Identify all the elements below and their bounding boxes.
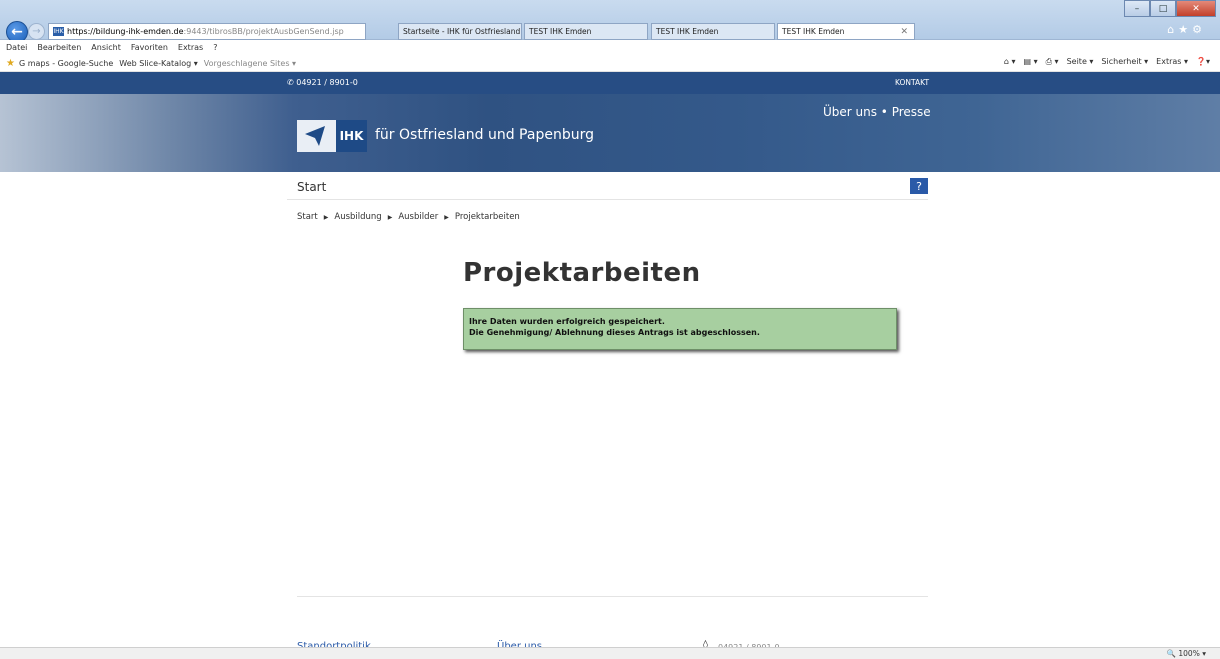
tab-label: TEST IHK Emden [656,27,719,36]
tab-label: TEST IHK Emden [529,27,592,36]
address-bar[interactable]: IHK https://bildung-ihk-emden.de:9443/ti… [48,23,366,40]
contact-strip: ✆ 04921 / 8901-0 KONTAKT [0,72,1220,94]
logo-arrow-icon [297,120,336,152]
breadcrumb-ausbilder[interactable]: Ausbilder [398,212,438,222]
cmd-seite[interactable]: Seite ▾ [1067,57,1094,67]
breadcrumb-arrow-icon: ▶ [323,213,329,221]
kontakt-link[interactable]: KONTAKT [895,78,929,87]
section-start-label[interactable]: Start [297,180,326,194]
menu-bearbeiten[interactable]: Bearbeiten [37,43,81,52]
footer-divider [297,596,928,597]
zoom-value: 100% [1178,649,1200,658]
ihk-logo[interactable]: IHK [297,120,367,152]
tab-label: TEST IHK Emden [782,27,845,36]
cmd-feeds-icon[interactable]: ▤ ▾ [1023,57,1037,67]
browser-titlebar: ← → IHK https://bildung-ihk-emden.de:944… [0,0,1220,43]
close-window-button[interactable]: ✕ [1176,0,1216,17]
status-bar: 🔍 100% ▾ [0,647,1220,659]
minimize-button[interactable]: – [1124,0,1150,17]
breadcrumb-arrow-icon: ▶ [444,213,449,221]
tab-startseite[interactable]: Startseite - IHK für Ostfriesland... [398,23,522,40]
header-phone[interactable]: ✆ 04921 / 8901-0 [287,78,358,87]
logo-text: IHK [336,120,367,152]
menu-extras[interactable]: Extras [178,43,203,52]
breadcrumb-arrow-icon: ▶ [387,213,393,221]
window-controls: – □ ✕ [1124,0,1216,17]
org-name: für Ostfriesland und Papenburg [375,127,594,143]
menu-ansicht[interactable]: Ansicht [91,43,121,52]
tab-test-active[interactable]: TEST IHK Emden ✕ [777,23,915,40]
tab-test-1[interactable]: TEST IHK Emden [524,23,648,40]
menu-bar: Datei Bearbeiten Ansicht Favoriten Extra… [0,40,1220,55]
forward-button[interactable]: → [28,23,45,40]
breadcrumb-projektarbeiten: Projektarbeiten [454,212,520,222]
header-links[interactable]: Über uns • Presse [823,105,931,119]
menu-datei[interactable]: Datei [6,43,27,52]
cmd-extras[interactable]: Extras ▾ [1156,57,1188,67]
breadcrumb-ausbildung[interactable]: Ausbildung [334,212,381,222]
fav-web-slice[interactable]: Web Slice-Katalog ▾ [119,59,198,68]
phone-number: 04921 / 8901-0 [296,78,358,87]
page-title: Projektarbeiten [463,258,701,288]
success-message-line: Ihre Daten wurden erfolgreich gespeicher… [469,317,665,326]
menu-favoriten[interactable]: Favoriten [131,43,168,52]
help-button[interactable]: ? [910,178,928,194]
success-message: Ihre Daten wurden erfolgreich gespeicher… [463,308,897,350]
site-favicon-icon: IHK [53,27,64,36]
cmd-print-icon[interactable]: ⎙ ▾ [1046,57,1059,67]
divider [287,199,928,200]
tab-test-2[interactable]: TEST IHK Emden [651,23,775,40]
url-path: :9443/tibrosBB/projektAusbGenSend.jsp [183,27,344,36]
fav-google-maps[interactable]: G maps - Google-Suche [19,59,113,68]
home-star-gear-icons[interactable]: ⌂★⚙ [1167,23,1206,36]
success-message-line: Die Genehmigung/ Ablehnung dieses Antrag… [469,328,760,337]
cmd-help-icon[interactable]: ❓▾ [1196,57,1210,67]
breadcrumb: Start ▶ Ausbildung ▶ Ausbilder ▶ Projekt… [297,212,520,222]
fav-suggested-sites[interactable]: Vorgeschlagene Sites ▾ [204,59,296,68]
url-host: https://bildung-ihk-emden.de [67,27,184,36]
breadcrumb-start[interactable]: Start [297,212,318,222]
cmd-home-icon[interactable]: ⌂ ▾ [1004,57,1016,67]
menu-help[interactable]: ? [213,43,217,52]
cmd-sicherheit[interactable]: Sicherheit ▾ [1101,57,1148,67]
favorites-star-icon[interactable]: ★ [6,58,15,69]
tab-label: Startseite - IHK für Ostfriesland... [403,27,522,36]
zoom-level[interactable]: 🔍 100% ▾ [1167,649,1206,658]
command-bar: ⌂ ▾ ▤ ▾ ⎙ ▾ Seite ▾ Sicherheit ▾ Extras … [1004,57,1210,67]
close-tab-icon[interactable]: ✕ [900,27,908,37]
header-banner: Über uns • Presse IHK für Ostfriesland u… [0,94,1220,172]
maximize-button[interactable]: □ [1150,0,1176,17]
